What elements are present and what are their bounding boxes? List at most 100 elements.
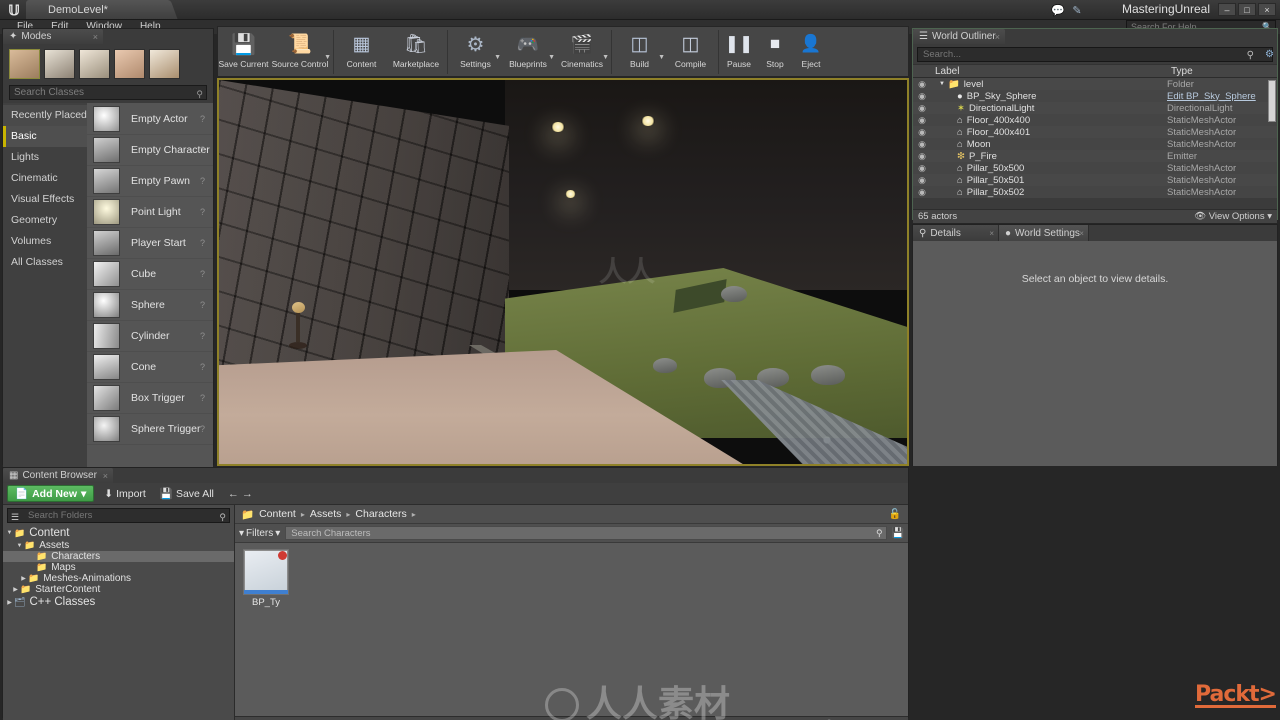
visibility-eye-icon[interactable]: ◉ xyxy=(913,151,931,162)
category-visual-effects[interactable]: Visual Effects xyxy=(3,189,87,210)
back-button[interactable]: ← xyxy=(228,488,239,500)
save-all-button[interactable]: 💾 Save All xyxy=(156,487,218,501)
list-item[interactable]: Player Start ? xyxy=(87,228,213,259)
list-item[interactable]: Box Trigger ? xyxy=(87,383,213,414)
category-volumes[interactable]: Volumes xyxy=(3,231,87,252)
outliner-scrollbar[interactable] xyxy=(1268,80,1276,122)
minimize-button[interactable]: – xyxy=(1218,3,1236,16)
search-classes-input[interactable]: Search Classes ⚲ xyxy=(9,85,207,100)
level-tab[interactable]: DemoLevel* xyxy=(26,0,166,19)
table-row[interactable]: ◉ ⌂ Floor_400x400 StaticMeshActor xyxy=(913,114,1277,126)
list-item[interactable]: Sphere Trigger ? xyxy=(87,414,213,445)
list-item[interactable]: Sphere ? xyxy=(87,290,213,321)
close-icon[interactable]: × xyxy=(995,32,1000,42)
table-row[interactable]: ◉ ⌂ Pillar_50x500 StaticMeshActor xyxy=(913,162,1277,174)
import-button[interactable]: ⬇ Import xyxy=(100,488,150,500)
forward-button[interactable]: → xyxy=(242,488,253,500)
expand-arrow-icon[interactable]: ▼ xyxy=(939,81,945,87)
foliage-mode-icon[interactable] xyxy=(114,49,145,79)
category-basic[interactable]: Basic xyxy=(3,126,87,147)
view-options-button[interactable]: 👁 View Options ▾ xyxy=(1194,211,1272,222)
list-item[interactable]: Cube ? xyxy=(87,259,213,290)
help-icon[interactable]: ? xyxy=(200,424,205,434)
asset-search-input[interactable]: Search Characters ⚲ xyxy=(285,526,887,540)
expand-arrow-icon[interactable]: ▶ xyxy=(11,586,20,593)
tree-node-content[interactable]: ▼ 📁 Content xyxy=(3,526,234,540)
help-icon[interactable]: ? xyxy=(200,331,205,341)
visibility-eye-icon[interactable]: ◉ xyxy=(913,115,931,126)
expand-arrow-icon[interactable]: ▼ xyxy=(5,530,14,536)
visibility-eye-icon[interactable]: ◉ xyxy=(913,127,931,138)
tree-node-maps[interactable]: 📁 Maps xyxy=(3,562,234,573)
expand-arrow-icon[interactable]: ▶ xyxy=(19,575,28,582)
list-item[interactable]: Cylinder ? xyxy=(87,321,213,352)
add-new-button[interactable]: 📄 Add New ▾ xyxy=(7,485,95,502)
table-row[interactable]: ◉ ⌂ Pillar_50x501 StaticMeshActor xyxy=(913,174,1277,186)
eject-button[interactable]: 👤 Eject xyxy=(793,27,829,75)
chevron-down-icon[interactable]: ▼ xyxy=(658,54,665,61)
category-recently-placed[interactable]: Recently Placed xyxy=(3,105,87,126)
table-row[interactable]: ◉ ✶ DirectionalLight DirectionalLight xyxy=(913,102,1277,114)
tree-node-cpp-classes[interactable]: ▶ 🗂 C++ Classes xyxy=(3,595,234,609)
list-item[interactable]: Empty Character ? xyxy=(87,135,213,166)
breadcrumb-assets[interactable]: Assets xyxy=(310,508,342,520)
maximize-button[interactable]: □ xyxy=(1238,3,1256,16)
expand-arrow-icon[interactable]: ▼ xyxy=(15,543,24,549)
close-icon[interactable]: × xyxy=(103,471,108,481)
pause-button[interactable]: ❚❚ Pause xyxy=(721,27,757,75)
breadcrumb-content[interactable]: Content xyxy=(259,508,296,520)
paint-mode-icon[interactable] xyxy=(44,49,75,79)
row-type-link[interactable]: Edit BP_Sky_Sphere xyxy=(1167,91,1277,102)
compile-button[interactable]: ◫ Compile xyxy=(665,27,716,75)
help-icon[interactable]: ? xyxy=(200,176,205,186)
save-current-button[interactable]: 💾 Save Current xyxy=(218,27,269,75)
list-item[interactable]: Empty Actor ? xyxy=(87,104,213,135)
chevron-down-icon[interactable]: ▼ xyxy=(548,54,555,61)
landscape-mode-icon[interactable] xyxy=(79,49,110,79)
tree-node-characters[interactable]: 📁 Characters xyxy=(3,551,234,562)
help-icon[interactable]: ? xyxy=(200,238,205,248)
visibility-eye-icon[interactable]: ◉ xyxy=(913,79,931,90)
save-search-icon[interactable]: 💾 xyxy=(892,528,904,539)
table-row[interactable]: ◉ ▼ 📁 level Folder xyxy=(913,78,1277,90)
asset-thumbnail[interactable] xyxy=(243,549,289,595)
place-mode-icon[interactable] xyxy=(9,49,40,79)
build-button[interactable]: ◫ Build ▼ xyxy=(614,27,665,75)
geometry-editing-mode-icon[interactable] xyxy=(149,49,180,79)
chevron-down-icon[interactable]: ▼ xyxy=(602,54,609,61)
visibility-eye-icon[interactable]: ◉ xyxy=(913,139,931,150)
visibility-eye-icon[interactable]: ◉ xyxy=(913,103,931,114)
table-row[interactable]: ◉ ⌂ Pillar_50x502 StaticMeshActor xyxy=(913,186,1277,198)
category-all-classes[interactable]: All Classes xyxy=(3,252,87,273)
filter-icon[interactable]: ☰ xyxy=(11,510,19,524)
visibility-eye-icon[interactable]: ◉ xyxy=(913,91,931,102)
content-browser-tab[interactable]: ▦ Content Browser × xyxy=(3,468,113,483)
table-row[interactable]: ◉ ● BP_Sky_Sphere Edit BP_Sky_Sphere xyxy=(913,90,1277,102)
tree-node-startercontent[interactable]: ▶ 📁 StarterContent xyxy=(3,584,234,595)
settings-button[interactable]: ⚙ Settings ▼ xyxy=(450,27,501,75)
visibility-eye-icon[interactable]: ◉ xyxy=(913,163,931,174)
help-icon[interactable]: ? xyxy=(200,362,205,372)
category-lights[interactable]: Lights xyxy=(3,147,87,168)
filter-icon[interactable]: ⚙ xyxy=(1265,48,1274,62)
column-header-label[interactable]: Label xyxy=(913,66,1167,77)
viewport-character[interactable] xyxy=(289,302,307,350)
lock-icon[interactable]: 🔓 xyxy=(889,509,901,520)
modes-tab[interactable]: ✦ Modes × xyxy=(3,29,103,44)
help-icon[interactable]: ? xyxy=(200,207,205,217)
chevron-down-icon[interactable]: ▼ xyxy=(324,54,331,61)
help-icon[interactable]: ? xyxy=(200,114,205,124)
asset-grid[interactable]: BP_Ty 人人素材 xyxy=(235,543,908,720)
help-icon[interactable]: ? xyxy=(200,300,205,310)
close-button[interactable]: × xyxy=(1258,3,1276,16)
help-icon[interactable]: ? xyxy=(200,145,205,155)
close-icon[interactable]: × xyxy=(93,32,98,42)
cinematics-button[interactable]: 🎬 Cinematics ▼ xyxy=(555,27,609,75)
category-geometry[interactable]: Geometry xyxy=(3,210,87,231)
blueprints-button[interactable]: 🎮 Blueprints ▼ xyxy=(501,27,555,75)
breadcrumb-characters[interactable]: Characters xyxy=(355,508,406,520)
source-control-button[interactable]: 📜 Source Control ▼ xyxy=(269,27,331,75)
tab-details[interactable]: ⚲ Details × xyxy=(913,225,999,241)
help-icon[interactable]: ? xyxy=(200,393,205,403)
list-item[interactable]: Point Light ? xyxy=(87,197,213,228)
